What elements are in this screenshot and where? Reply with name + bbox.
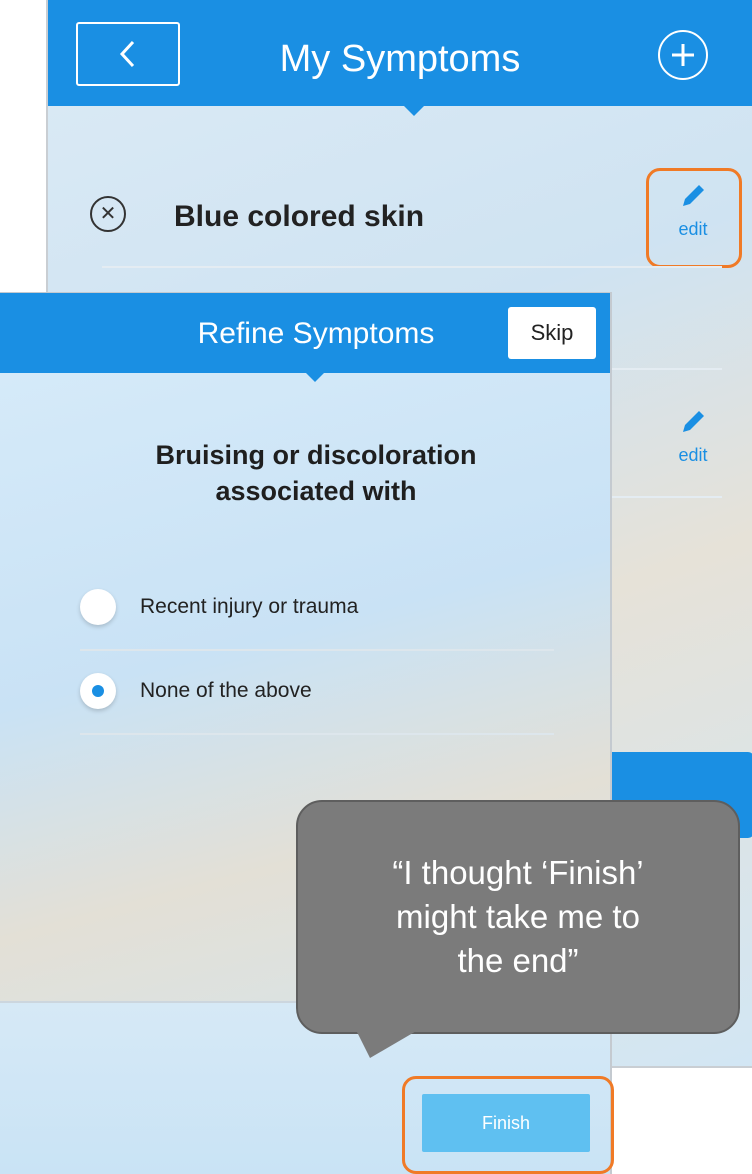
- option-none-of-the-above[interactable]: None of the above: [80, 649, 554, 733]
- edit-label: edit: [678, 445, 708, 465]
- edit-symptom-button-2[interactable]: edit: [658, 406, 728, 472]
- quote-line-2: might take me to: [396, 898, 640, 935]
- option-label: Recent injury or trauma: [140, 595, 359, 618]
- add-symptom-button[interactable]: [658, 30, 708, 80]
- refine-symptoms-modal: Refine Symptoms Skip Bruising or discolo…: [0, 292, 612, 1174]
- row-divider: [102, 266, 722, 268]
- plus-icon: [672, 44, 694, 66]
- radio-unselected[interactable]: [80, 589, 116, 625]
- quote-line-3: the end”: [457, 942, 579, 979]
- option-divider: [80, 733, 554, 735]
- edit-highlight-box: [646, 168, 742, 268]
- question-text: Bruising or discoloration associated wit…: [0, 437, 610, 509]
- user-quote-bubble: “I thought ‘Finish’ might take me to the…: [296, 800, 740, 1034]
- radio-dot-icon: [92, 685, 104, 697]
- radio-selected[interactable]: [80, 673, 116, 709]
- skip-button[interactable]: Skip: [508, 307, 596, 359]
- symptom-label: Blue colored skin: [174, 200, 425, 233]
- option-recent-injury[interactable]: Recent injury or trauma: [80, 565, 554, 649]
- option-label: None of the above: [140, 679, 312, 702]
- modal-header: Refine Symptoms Skip: [0, 293, 610, 382]
- remove-symptom-button[interactable]: ✕: [90, 196, 126, 232]
- finish-highlight-box: [402, 1076, 614, 1174]
- quote-line-1: “I thought ‘Finish’: [392, 854, 644, 891]
- close-icon: ✕: [99, 203, 117, 225]
- question-line-1: Bruising or discoloration: [155, 440, 477, 470]
- question-line-2: associated with: [215, 476, 417, 506]
- page-title: My Symptoms: [279, 38, 521, 80]
- pencil-icon: [683, 411, 704, 432]
- bubble-tail: [356, 1030, 418, 1058]
- header-bar: My Symptoms: [48, 0, 752, 116]
